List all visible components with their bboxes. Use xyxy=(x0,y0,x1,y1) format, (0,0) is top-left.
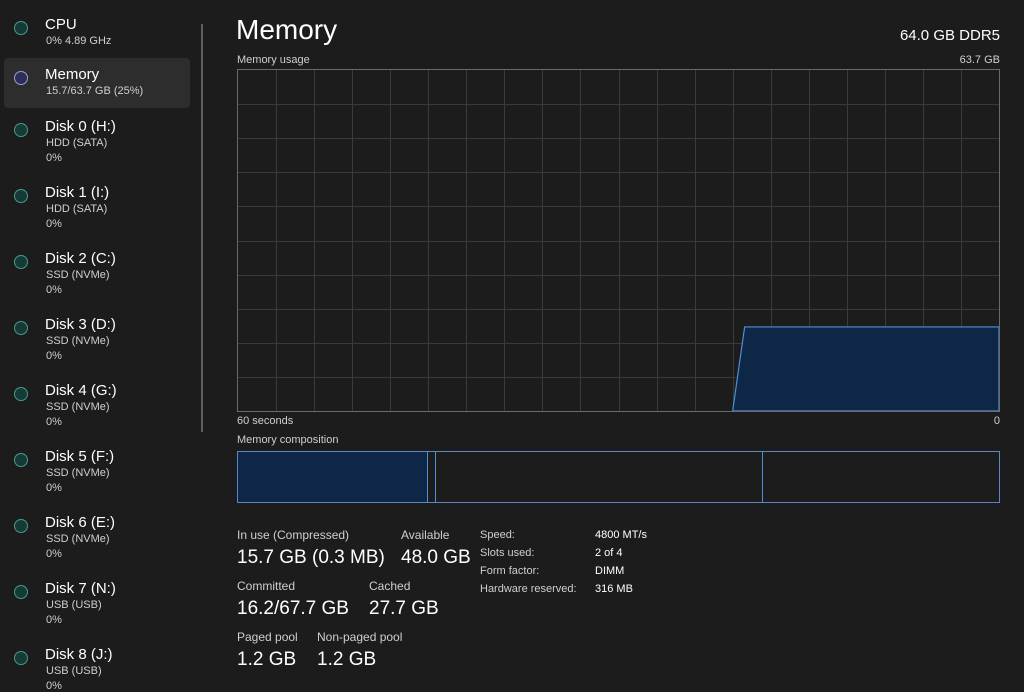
memory-composition-label: Memory composition xyxy=(237,434,339,446)
sidebar-item-type: USB (USB) xyxy=(46,665,102,677)
memory-usage-area xyxy=(732,326,999,411)
time-now-label: 0 xyxy=(993,415,1000,427)
memory-usage-max: 63.7 GB xyxy=(959,54,1000,66)
sidebar-item-usage: 0% xyxy=(46,482,62,494)
form-factor-value: DIMM xyxy=(595,565,625,577)
speed-value: 4800 MT/s xyxy=(595,529,647,541)
sidebar-item-usage: 0% xyxy=(46,680,62,692)
memory-usage-label: Memory usage xyxy=(237,54,310,66)
sidebar-item-title: Disk 5 (F:) xyxy=(45,448,115,465)
page-title: Memory xyxy=(236,14,338,45)
disk-indicator-icon xyxy=(14,189,28,203)
non-paged-pool-label: Non-paged pool xyxy=(317,630,403,644)
sidebar-item-type: SSD (NVMe) xyxy=(46,269,110,281)
sidebar-item-disk-1[interactable]: Disk 1 (I:) HDD (SATA) 0% xyxy=(4,176,190,230)
disk-indicator-icon xyxy=(14,123,28,137)
sidebar-item-disk-2[interactable]: Disk 2 (C:) SSD (NVMe) 0% xyxy=(4,242,190,296)
composition-modified-segment xyxy=(428,452,436,502)
sidebar-item-usage: 0% xyxy=(46,350,62,362)
sidebar-item-title: Disk 8 (J:) xyxy=(45,646,113,663)
memory-usage-plot xyxy=(238,70,999,411)
sidebar-item-disk-3[interactable]: Disk 3 (D:) SSD (NVMe) 0% xyxy=(4,308,190,362)
composition-free-segment xyxy=(763,452,999,502)
sidebar-item-usage: 0% xyxy=(46,614,62,626)
paged-pool-value: 1.2 GB xyxy=(237,649,297,670)
composition-standby-segment xyxy=(436,452,764,502)
sidebar-item-usage: 0% xyxy=(46,152,62,164)
sidebar-item-title: Disk 1 (I:) xyxy=(45,184,110,201)
disk-indicator-icon xyxy=(14,453,28,467)
cached-label: Cached xyxy=(369,579,411,593)
sidebar-item-usage: 0% xyxy=(46,416,62,428)
committed-value: 16.2/67.7 GB xyxy=(237,598,349,619)
sidebar-item-title: Disk 6 (E:) xyxy=(45,514,116,531)
disk-indicator-icon xyxy=(14,651,28,665)
sidebar-item-detail: 15.7/63.7 GB (25%) xyxy=(46,85,144,97)
slots-used-value: 2 of 4 xyxy=(595,547,623,559)
sidebar-item-usage: 0% xyxy=(46,284,62,296)
committed-label: Committed xyxy=(237,579,296,593)
sidebar-item-type: SSD (NVMe) xyxy=(46,401,110,413)
sidebar-item-disk-6[interactable]: Disk 6 (E:) SSD (NVMe) 0% xyxy=(4,506,190,560)
memory-indicator-icon xyxy=(14,71,28,85)
speed-key: Speed: xyxy=(480,529,515,541)
sidebar-item-type: SSD (NVMe) xyxy=(46,335,110,347)
sidebar-item-title: Memory xyxy=(45,66,100,83)
in-use-label: In use (Compressed) xyxy=(237,528,350,542)
sidebar-item-title: Disk 2 (C:) xyxy=(45,250,116,267)
sidebar-item-type: SSD (NVMe) xyxy=(46,533,110,545)
sidebar-item-title: Disk 7 (N:) xyxy=(45,580,116,597)
sidebar-item-usage: 0% xyxy=(46,218,62,230)
memory-capacity-type: 64.0 GB DDR5 xyxy=(899,27,1000,44)
sidebar-item-type: HDD (SATA) xyxy=(46,137,108,149)
paged-pool-label: Paged pool xyxy=(237,630,298,644)
sidebar-item-cpu[interactable]: CPU 0% 4.89 GHz xyxy=(4,8,190,58)
disk-indicator-icon xyxy=(14,255,28,269)
sidebar-item-title: CPU xyxy=(45,16,77,33)
memory-composition-bar xyxy=(237,451,1000,503)
available-value: 48.0 GB xyxy=(401,547,471,568)
non-paged-pool-value: 1.2 GB xyxy=(317,649,377,670)
cached-value: 27.7 GB xyxy=(369,598,439,619)
disk-indicator-icon xyxy=(14,387,28,401)
sidebar-item-title: Disk 4 (G:) xyxy=(45,382,117,399)
sidebar-item-disk-7[interactable]: Disk 7 (N:) USB (USB) 0% xyxy=(4,572,190,626)
sidebar-item-detail: 0% 4.89 GHz xyxy=(46,35,112,47)
sidebar-item-disk-5[interactable]: Disk 5 (F:) SSD (NVMe) 0% xyxy=(4,440,190,494)
sidebar-item-memory[interactable]: Memory 15.7/63.7 GB (25%) xyxy=(4,58,190,108)
disk-indicator-icon xyxy=(14,321,28,335)
hardware-reserved-value: 316 MB xyxy=(595,583,633,595)
sidebar-item-type: HDD (SATA) xyxy=(46,203,108,215)
composition-in-use-segment xyxy=(238,452,429,502)
sidebar-item-usage: 0% xyxy=(46,548,62,560)
sidebar-item-title: Disk 0 (H:) xyxy=(45,118,116,135)
in-use-value: 15.7 GB (0.3 MB) xyxy=(237,547,385,568)
available-label: Available xyxy=(401,528,450,542)
performance-sidebar: CPU 0% 4.89 GHz Memory 15.7/63.7 GB (25%… xyxy=(0,0,200,692)
disk-indicator-icon xyxy=(14,585,28,599)
time-span-label: 60 seconds xyxy=(237,415,294,427)
form-factor-key: Form factor: xyxy=(480,565,540,577)
sidebar-item-title: Disk 3 (D:) xyxy=(45,316,116,333)
hardware-reserved-key: Hardware reserved: xyxy=(480,583,577,595)
sidebar-item-type: SSD (NVMe) xyxy=(46,467,110,479)
sidebar-item-disk-0[interactable]: Disk 0 (H:) HDD (SATA) 0% xyxy=(4,110,190,164)
disk-indicator-icon xyxy=(14,519,28,533)
memory-usage-graph xyxy=(237,69,1000,412)
cpu-indicator-icon xyxy=(14,21,28,35)
sidebar-item-disk-4[interactable]: Disk 4 (G:) SSD (NVMe) 0% xyxy=(4,374,190,428)
sidebar-item-type: USB (USB) xyxy=(46,599,102,611)
sidebar-splitter[interactable] xyxy=(201,24,203,432)
task-manager-performance: CPU 0% 4.89 GHz Memory 15.7/63.7 GB (25%… xyxy=(0,0,1024,692)
slots-used-key: Slots used: xyxy=(480,547,535,559)
sidebar-item-disk-8[interactable]: Disk 8 (J:) USB (USB) 0% xyxy=(4,638,190,692)
